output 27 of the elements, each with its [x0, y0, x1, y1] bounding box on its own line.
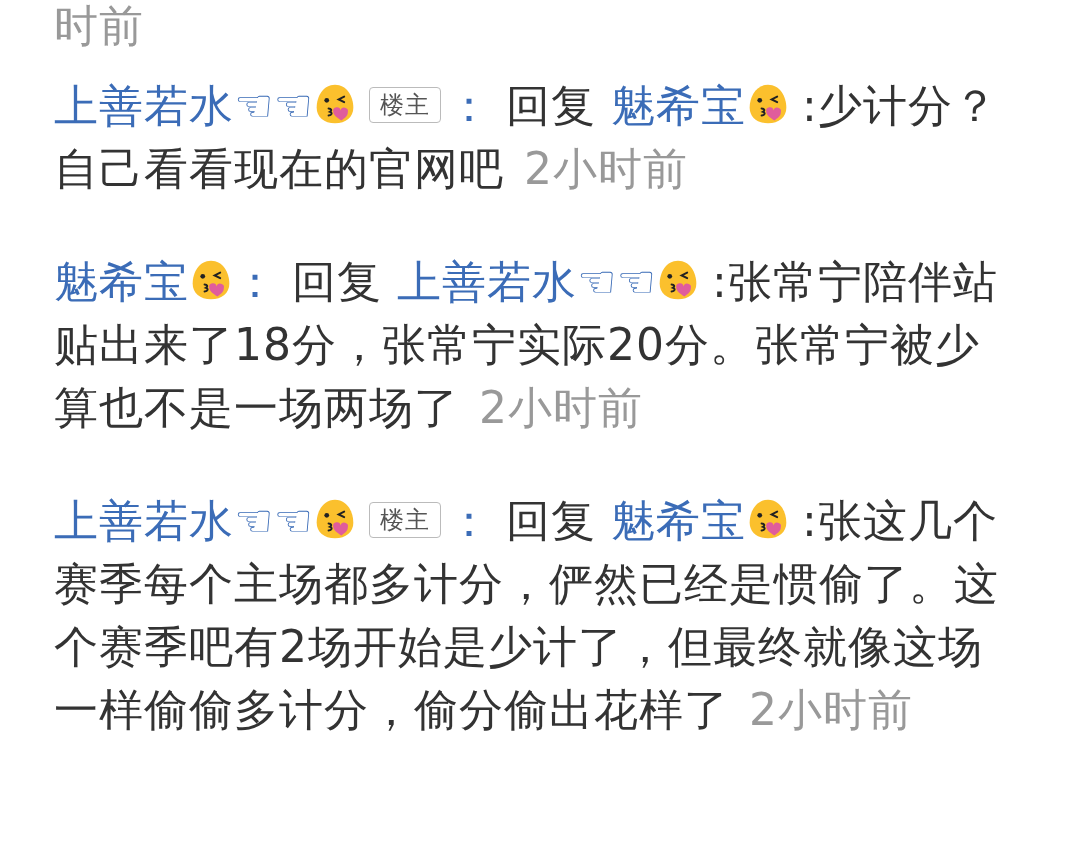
comment-time: 2小时前	[749, 684, 913, 735]
reply-label: 回复	[505, 80, 596, 131]
comment-text: 贴出来了18分，张常宁实际20分。张常宁被少	[54, 319, 980, 370]
author-name[interactable]: 上善若水☜☜	[54, 80, 313, 131]
comment-time: 2小时前	[524, 143, 688, 194]
comment-text: 自己看看现在的官网吧	[54, 143, 504, 194]
comment-text: 赛季每个主场都多计分，俨然已经是惯偷了。这	[54, 558, 999, 609]
reply-target-name[interactable]: 魅希宝	[610, 80, 746, 131]
op-badge: 楼主	[368, 86, 441, 123]
reply-label: 回复	[505, 495, 596, 546]
author-name[interactable]: 上善若水☜☜	[54, 495, 313, 546]
colon: ：	[446, 80, 492, 131]
colon: ：	[446, 495, 492, 546]
comment-text: 一样偷偷多计分，偷分偷出花样了	[54, 684, 729, 735]
comment-text: 个赛季吧有2场开始是少计了，但最终就像这场	[54, 621, 983, 672]
comment-text: :张这几个	[801, 495, 998, 546]
reply-label: 回复	[292, 256, 382, 307]
author-name[interactable]: 魅希宝	[54, 256, 189, 307]
comment-text: :少计分？	[801, 80, 998, 131]
comment-time: 时前	[54, 0, 145, 52]
reply-target-name[interactable]: 魅希宝	[610, 495, 746, 546]
comment-text: 算也不是一场两场了	[54, 382, 459, 433]
comment-time: 2小时前	[479, 382, 643, 433]
colon: ：	[233, 256, 278, 307]
comment-text: :张常宁陪伴站	[711, 256, 998, 307]
reply-target-name[interactable]: 上善若水☜☜	[397, 256, 656, 307]
op-badge: 楼主	[368, 501, 441, 538]
